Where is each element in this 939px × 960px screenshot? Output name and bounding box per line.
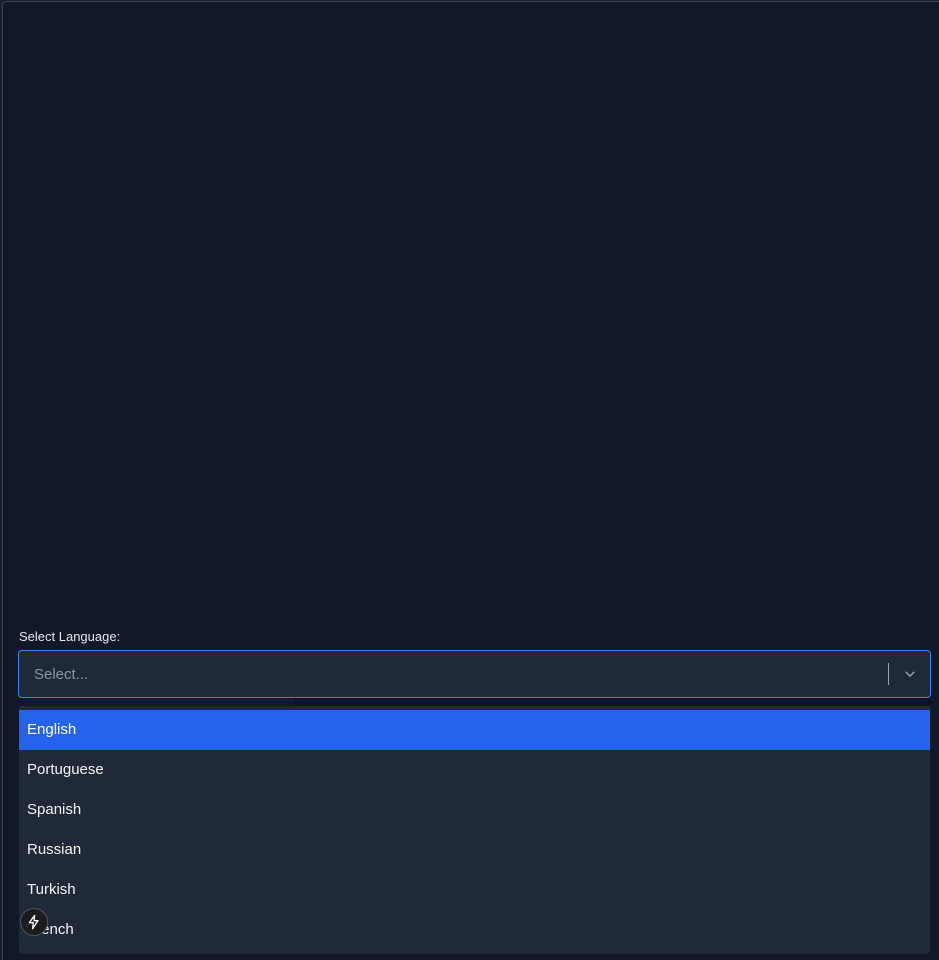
option-english[interactable]: English xyxy=(19,710,930,750)
option-portuguese[interactable]: Portuguese xyxy=(19,750,930,790)
option-spanish[interactable]: Spanish xyxy=(19,790,930,830)
option-russian[interactable]: Russian xyxy=(19,830,930,870)
dropdown-shadow xyxy=(294,698,931,706)
option-french[interactable]: French xyxy=(19,910,930,950)
select-language-label: Select Language: xyxy=(19,629,121,644)
option-turkish[interactable]: Turkish xyxy=(19,870,930,910)
lightning-icon[interactable] xyxy=(20,908,48,936)
language-menu: English Portuguese Spanish Russian Turki… xyxy=(19,706,930,954)
menu-list: English Portuguese Spanish Russian Turki… xyxy=(19,706,930,950)
select-placeholder: Select... xyxy=(34,665,89,683)
language-select[interactable]: Select... xyxy=(18,650,931,698)
chevron-down-icon[interactable] xyxy=(889,651,930,697)
